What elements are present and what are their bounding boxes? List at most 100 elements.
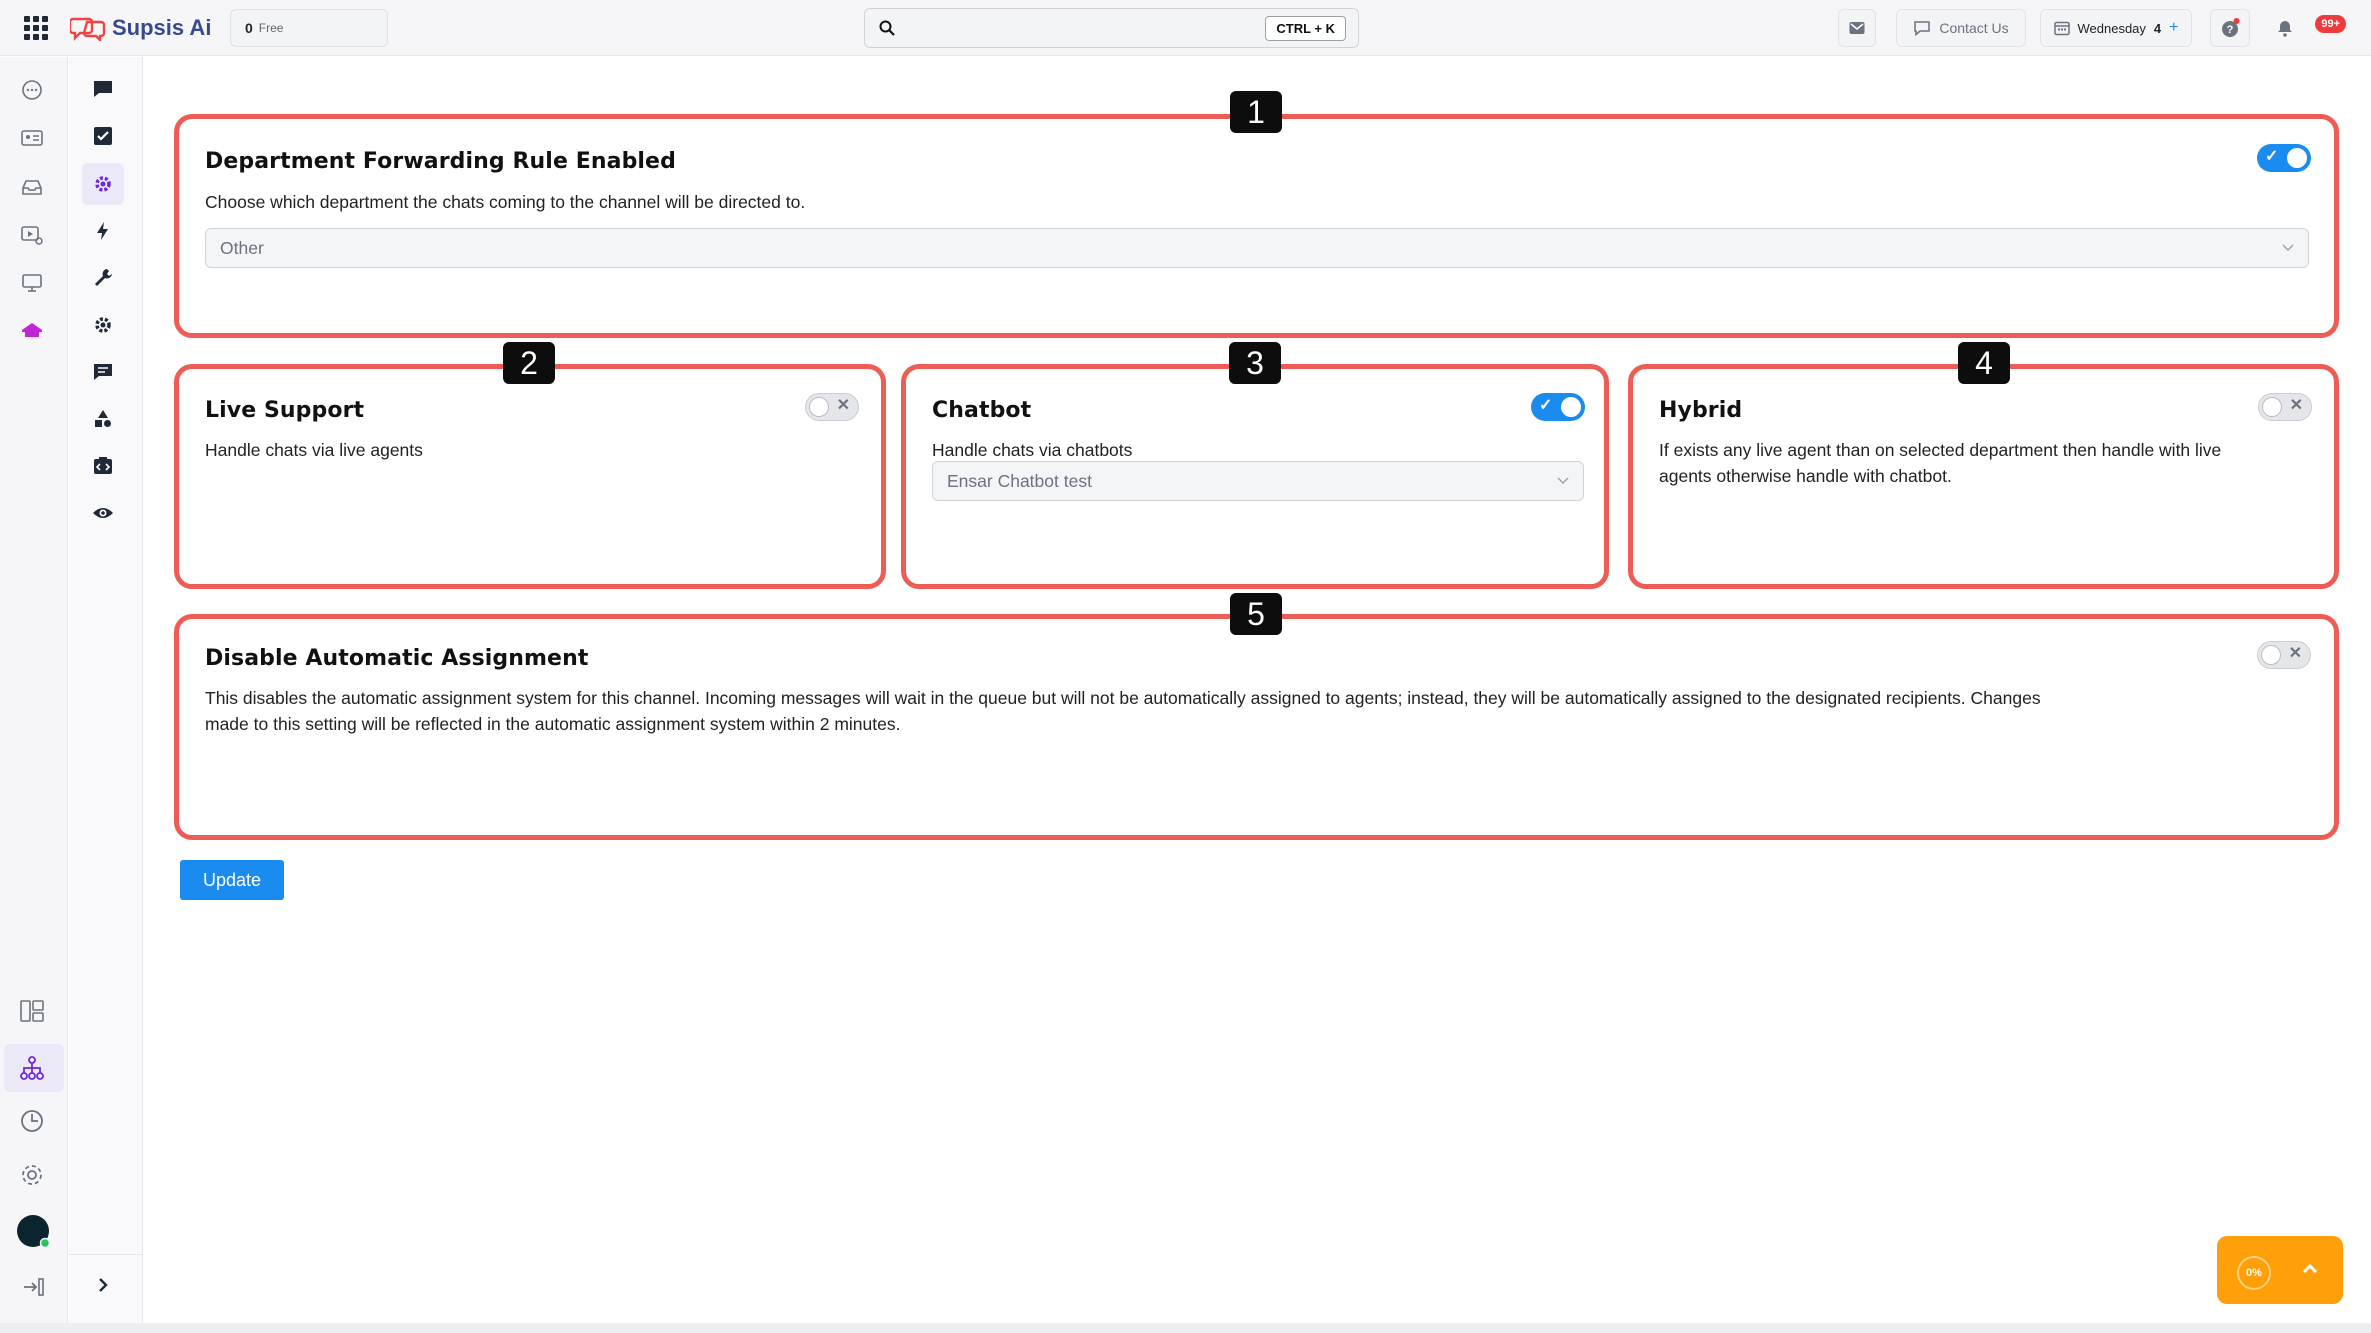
date-button[interactable]: Wednesday 4 +: [2040, 9, 2192, 47]
chat-bubble-icon: [1914, 21, 1931, 37]
credit-value: 0: [245, 20, 253, 36]
x-icon: ✕: [836, 397, 850, 414]
chevron-down-icon: [1557, 477, 1569, 484]
disable-assignment-toggle[interactable]: ✕: [2257, 641, 2311, 669]
comment-lines-icon[interactable]: [89, 358, 117, 386]
apps-grid-icon[interactable]: [24, 16, 48, 40]
brand-logo[interactable]: Supsis Ai: [68, 10, 212, 46]
home-icon[interactable]: [18, 317, 46, 345]
avatar[interactable]: [15, 1213, 51, 1249]
lightning-icon[interactable]: [89, 217, 117, 245]
brand-logo-icon: [68, 15, 106, 43]
chatbot-select[interactable]: Ensar Chatbot test: [932, 461, 1584, 501]
secondary-sidebar: [69, 57, 143, 1323]
toggle-knob: [809, 397, 829, 417]
department-select-value: Other: [220, 237, 264, 258]
card-title: Chatbot: [932, 398, 1032, 423]
hybrid-toggle[interactable]: ✕: [2258, 393, 2312, 421]
hybrid-card: Hybrid If exists any live agent than on …: [1628, 364, 2339, 589]
divider: [69, 1254, 142, 1255]
live-support-card: Live Support Handle chats via live agent…: [174, 364, 886, 589]
card-title: Disable Automatic Assignment: [205, 646, 589, 671]
live-support-toggle[interactable]: ✕: [805, 393, 859, 421]
channel-settings-icon[interactable]: [89, 170, 117, 198]
code-box-icon[interactable]: [89, 452, 117, 480]
help-button[interactable]: ?: [2210, 9, 2250, 47]
org-chart-icon[interactable]: [18, 1054, 46, 1082]
card-description: Handle chats via live agents: [205, 440, 423, 460]
progress-widget[interactable]: 0%: [2217, 1236, 2343, 1304]
card-description-line-2: agents otherwise handle with chatbot.: [1659, 466, 1952, 486]
department-select[interactable]: Other: [205, 228, 2309, 268]
plus-icon[interactable]: +: [2169, 19, 2178, 37]
card-description: Choose which department the chats coming…: [205, 192, 806, 212]
credit-box[interactable]: 0 Free: [230, 9, 388, 47]
disable-assignment-card: Disable Automatic Assignment This disabl…: [174, 614, 2339, 840]
help-icon: ?: [2222, 18, 2240, 37]
settings-gear-icon[interactable]: [18, 1161, 46, 1189]
checkbox-icon[interactable]: [89, 122, 117, 150]
notifications-button[interactable]: 99+: [2264, 9, 2346, 47]
step-badge-3: 3: [1229, 342, 1281, 384]
x-icon: ✕: [2288, 645, 2302, 662]
update-button[interactable]: Update: [180, 860, 284, 900]
wrench-icon[interactable]: [89, 264, 117, 292]
card-description: Handle chats via chatbots: [932, 440, 1133, 460]
chatbot-card: Chatbot Handle chats via chatbots ✓ Ensa…: [901, 364, 1609, 589]
department-forwarding-toggle[interactable]: ✓: [2257, 144, 2311, 172]
clock-chart-icon[interactable]: [18, 1107, 46, 1135]
contact-us-label: Contact Us: [1939, 20, 2009, 36]
search-icon: [879, 20, 895, 36]
toggle-knob: [2261, 645, 2281, 665]
calendar-icon: [2053, 21, 2070, 36]
search-input[interactable]: CTRL + K: [864, 8, 1359, 48]
step-badge-2: 2: [503, 342, 555, 384]
card-description-line-2: made to this setting will be reflected i…: [205, 714, 901, 734]
step-badge-1: 1: [1230, 91, 1282, 133]
chatbot-toggle[interactable]: ✓: [1531, 393, 1585, 421]
date-day: Wednesday: [2077, 20, 2146, 36]
bell-icon: [2278, 21, 2292, 37]
inbox-button[interactable]: [1838, 9, 1876, 47]
step-badge-4: 4: [1958, 342, 2010, 384]
collapse-sidebar-icon[interactable]: [20, 1273, 48, 1301]
department-forwarding-card: Department Forwarding Rule Enabled Choos…: [174, 114, 2339, 338]
monitor-icon[interactable]: [18, 269, 46, 297]
media-settings-icon[interactable]: [18, 221, 46, 249]
chatbot-select-value: Ensar Chatbot test: [947, 470, 1092, 491]
expand-chevron-icon[interactable]: [89, 1271, 117, 1299]
date-num: 4: [2153, 20, 2162, 36]
card-description-line-1: This disables the automatic assignment s…: [205, 688, 2041, 708]
toggle-knob: [2262, 397, 2282, 417]
chevron-up-icon[interactable]: [2301, 1260, 2319, 1278]
toggle-knob: [1561, 397, 1581, 417]
card-description-line-1: If exists any live agent than on selecte…: [1659, 440, 2222, 460]
inbox-icon: [1849, 22, 1865, 34]
archive-icon[interactable]: [18, 173, 46, 201]
x-icon: ✕: [2289, 397, 2303, 414]
svg-text:?: ?: [2227, 24, 2234, 36]
brand-name: Supsis Ai: [112, 15, 212, 40]
top-bar: Supsis Ai 0 Free CTRL + K Contact Us Wed…: [0, 0, 2371, 56]
card-title: Department Forwarding Rule Enabled: [205, 149, 676, 174]
chevron-down-icon: [2282, 244, 2294, 251]
check-icon: ✓: [2265, 148, 2279, 165]
toggle-knob: [2287, 148, 2307, 168]
primary-sidebar: [0, 57, 68, 1323]
bottom-strip: [0, 1323, 2371, 1333]
check-icon: ✓: [1539, 397, 1553, 414]
contact-us-button[interactable]: Contact Us: [1896, 9, 2026, 47]
contacts-card-icon[interactable]: [18, 124, 46, 152]
eye-icon[interactable]: [89, 499, 117, 527]
step-badge-5: 5: [1230, 593, 1282, 635]
layout-panels-icon[interactable]: [18, 997, 46, 1025]
shapes-icon[interactable]: [89, 405, 117, 433]
card-title: Live Support: [205, 398, 365, 423]
card-title: Hybrid: [1659, 398, 1743, 423]
message-square-icon[interactable]: [89, 75, 117, 103]
chats-icon[interactable]: [18, 76, 46, 104]
gear-icon[interactable]: [89, 311, 117, 339]
notification-count-badge: 99+: [2315, 15, 2346, 33]
progress-ring: 0%: [2237, 1256, 2271, 1290]
search-shortcut: CTRL + K: [1265, 16, 1346, 41]
